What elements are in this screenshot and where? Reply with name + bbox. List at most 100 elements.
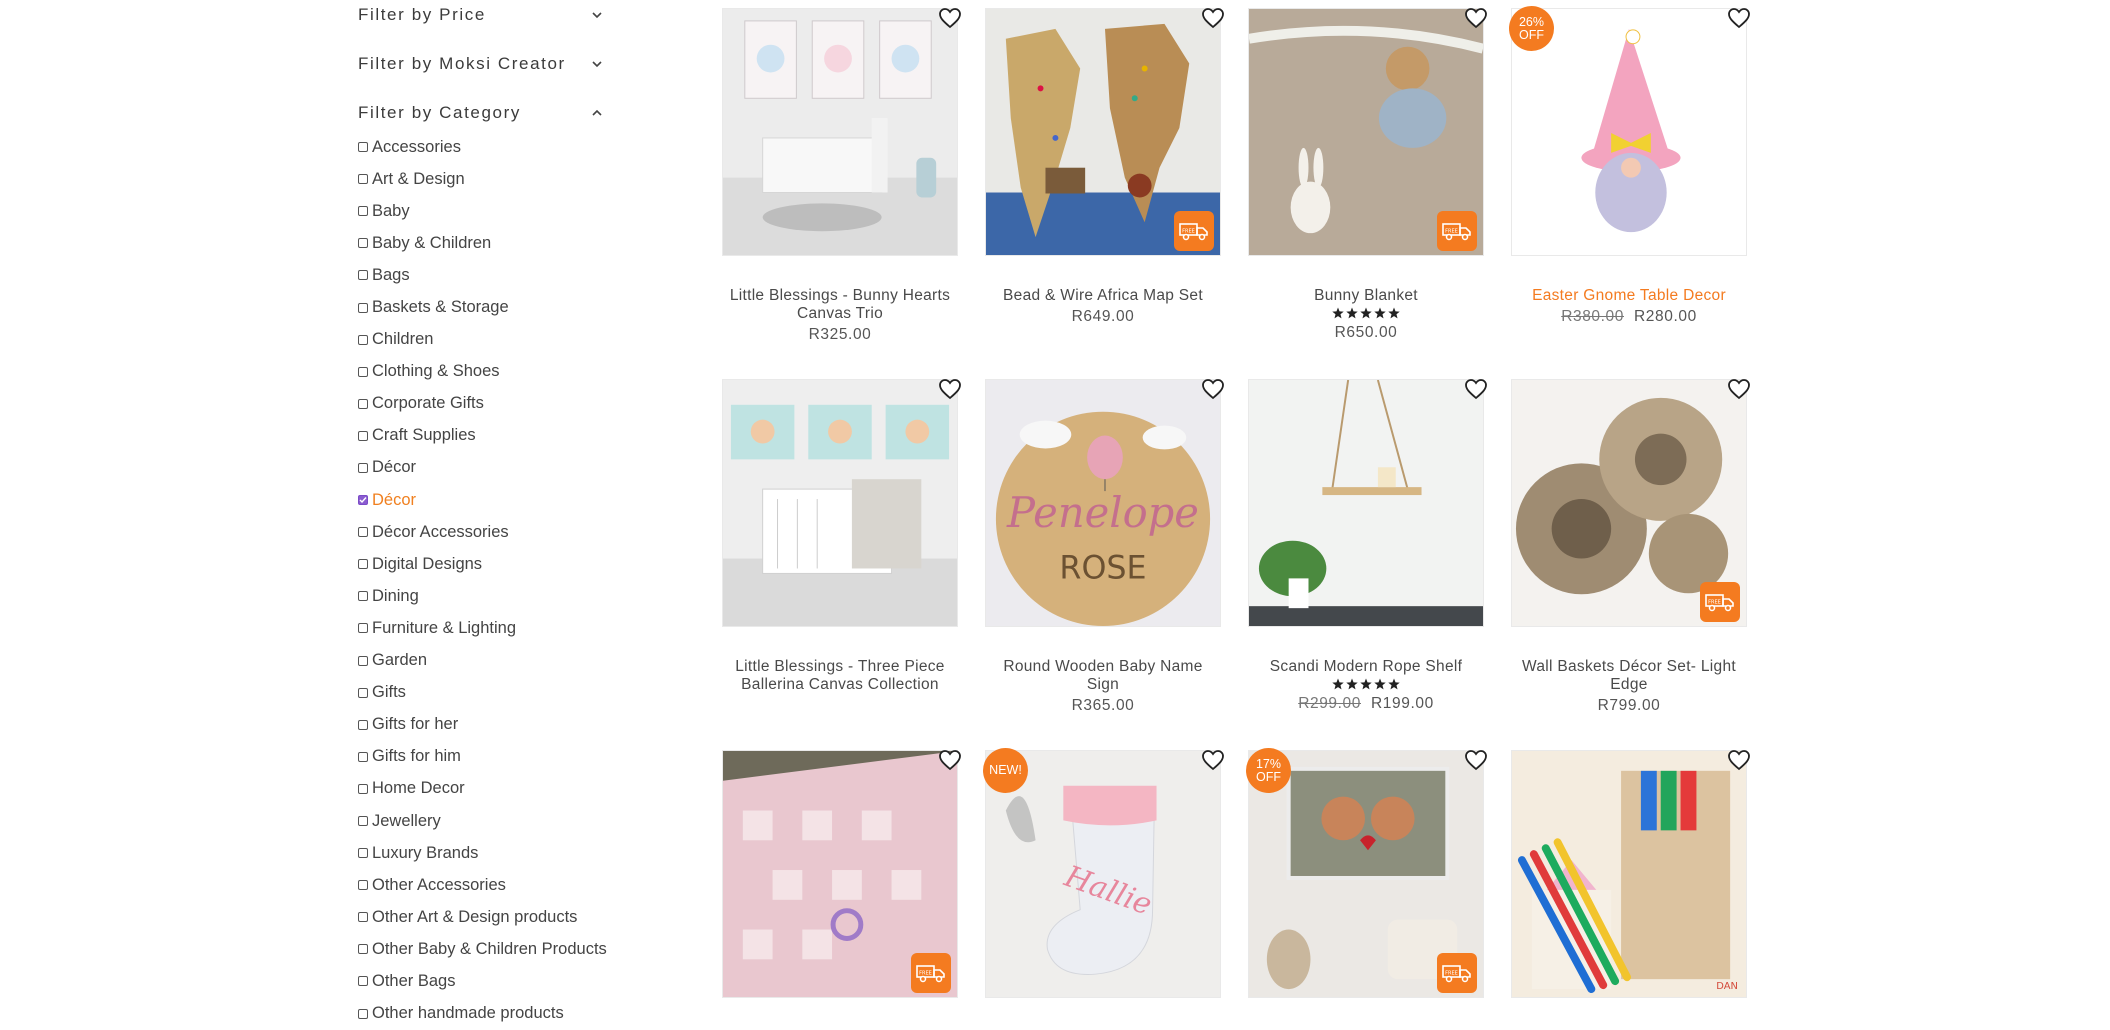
- category-item[interactable]: Garden: [358, 645, 618, 677]
- product-image[interactable]: [722, 379, 958, 627]
- category-checkbox[interactable]: [358, 527, 368, 538]
- product-title[interactable]: Bunny Blanket: [1248, 287, 1484, 305]
- category-checkbox[interactable]: [358, 270, 368, 281]
- category-checkbox[interactable]: [358, 591, 368, 602]
- product-title[interactable]: Little Blessings - Bunny Hearts Canvas T…: [722, 287, 958, 323]
- product-title[interactable]: Scandi Modern Rope Shelf: [1248, 658, 1484, 676]
- category-checkbox[interactable]: [358, 495, 368, 506]
- category-item[interactable]: Corporate Gifts: [358, 388, 618, 420]
- category-item[interactable]: Baby & Children: [358, 227, 618, 259]
- category-checkbox[interactable]: [358, 912, 368, 923]
- product-image[interactable]: [1248, 379, 1484, 627]
- category-item[interactable]: Bags: [358, 259, 618, 291]
- category-checkbox[interactable]: [358, 462, 368, 473]
- product-image[interactable]: [722, 8, 958, 256]
- category-checkbox[interactable]: [358, 238, 368, 249]
- category-item[interactable]: Other Baby & Children Products: [358, 933, 618, 965]
- category-item[interactable]: Other Bags: [358, 965, 618, 997]
- category-item[interactable]: Clothing & Shoes: [358, 356, 618, 388]
- wishlist-heart-icon[interactable]: [1464, 748, 1488, 772]
- category-checkbox[interactable]: [358, 142, 368, 153]
- product-card[interactable]: FREE 17% OFF: [1246, 748, 1487, 998]
- category-item[interactable]: Dining: [358, 580, 618, 612]
- category-checkbox[interactable]: [358, 1008, 368, 1019]
- category-checkbox[interactable]: [358, 398, 368, 409]
- wishlist-heart-icon[interactable]: [938, 6, 962, 30]
- category-checkbox[interactable]: [358, 719, 368, 730]
- category-item[interactable]: Baskets & Storage: [358, 291, 618, 323]
- category-item[interactable]: Other Art & Design products: [358, 901, 618, 933]
- category-item[interactable]: Jewellery: [358, 805, 618, 837]
- product-card[interactable]: FREE Wall Baskets Décor Set- Light Edge R7…: [1511, 379, 1750, 715]
- category-item[interactable]: Décor Accessories: [358, 516, 618, 548]
- category-item[interactable]: Other Accessories: [358, 869, 618, 901]
- wishlist-heart-icon[interactable]: [1201, 748, 1225, 772]
- category-checkbox[interactable]: [358, 751, 368, 762]
- category-checkbox[interactable]: [358, 848, 368, 859]
- category-item[interactable]: Accessories: [358, 131, 618, 163]
- category-checkbox[interactable]: [358, 783, 368, 794]
- wishlist-heart-icon[interactable]: [1201, 377, 1225, 401]
- category-checkbox[interactable]: [358, 366, 368, 377]
- category-checkbox[interactable]: [358, 334, 368, 345]
- product-title[interactable]: Round Wooden Baby Name Sign: [985, 658, 1221, 694]
- product-title[interactable]: Wall Baskets Décor Set- Light Edge: [1511, 658, 1747, 694]
- wishlist-heart-icon[interactable]: [938, 377, 962, 401]
- wishlist-heart-icon[interactable]: [1464, 6, 1488, 30]
- category-item[interactable]: Décor: [358, 452, 618, 484]
- product-card[interactable]: Penelope ROSE Round Wooden Baby Name Sign…: [985, 379, 1224, 715]
- category-item[interactable]: Décor: [358, 484, 618, 516]
- category-checkbox[interactable]: [358, 174, 368, 185]
- category-checkbox[interactable]: [358, 655, 368, 666]
- product-image[interactable]: FREE: [1248, 8, 1484, 256]
- category-checkbox[interactable]: [358, 206, 368, 217]
- category-item[interactable]: Gifts: [358, 677, 618, 709]
- product-image[interactable]: Penelope ROSE: [985, 379, 1221, 627]
- category-checkbox[interactable]: [358, 623, 368, 634]
- wishlist-heart-icon[interactable]: [1727, 748, 1751, 772]
- category-checkbox[interactable]: [358, 976, 368, 987]
- category-item[interactable]: Home Decor: [358, 773, 618, 805]
- category-item[interactable]: Children: [358, 324, 618, 356]
- product-card[interactable]: FREE Bead & Wire Africa Map Set R649.00: [985, 8, 1224, 326]
- category-item[interactable]: Baby: [358, 195, 618, 227]
- product-image[interactable]: FREE: [985, 8, 1221, 256]
- wishlist-heart-icon[interactable]: [938, 748, 962, 772]
- product-card[interactable]: FREE: [722, 750, 961, 998]
- category-item[interactable]: Gifts for her: [358, 709, 618, 741]
- wishlist-heart-icon[interactable]: [1727, 6, 1751, 30]
- filter-price-toggle[interactable]: Filter by Price: [358, 4, 608, 26]
- wishlist-heart-icon[interactable]: [1464, 377, 1488, 401]
- product-title[interactable]: Bead & Wire Africa Map Set: [985, 287, 1221, 305]
- product-card[interactable]: Hallie NEW!: [983, 748, 1224, 998]
- product-card[interactable]: 26% OFF Easter Gnome Table Decor R380.00 R2…: [1509, 6, 1750, 326]
- product-card[interactable]: Scandi Modern Rope Shelf R299.00 R199.00: [1248, 379, 1487, 713]
- category-checkbox[interactable]: [358, 944, 368, 955]
- category-item[interactable]: Digital Designs: [358, 548, 618, 580]
- category-checkbox[interactable]: [358, 302, 368, 313]
- wishlist-heart-icon[interactable]: [1201, 6, 1225, 30]
- product-image[interactable]: FREE: [1511, 379, 1747, 627]
- category-checkbox[interactable]: [358, 430, 368, 441]
- category-item[interactable]: Art & Design: [358, 163, 618, 195]
- product-title[interactable]: Easter Gnome Table Decor: [1511, 287, 1747, 305]
- category-item[interactable]: Other handmade products: [358, 998, 618, 1030]
- category-checkbox[interactable]: [358, 687, 368, 698]
- category-checkbox[interactable]: [358, 880, 368, 891]
- category-item[interactable]: Furniture & Lighting: [358, 612, 618, 644]
- product-title[interactable]: Little Blessings - Three Piece Ballerina…: [722, 658, 958, 694]
- category-item[interactable]: Craft Supplies: [358, 420, 618, 452]
- wishlist-heart-icon[interactable]: [1727, 377, 1751, 401]
- product-card[interactable]: FREE Bunny Blanket R650.00: [1248, 8, 1487, 342]
- product-card[interactable]: Little Blessings - Bunny Hearts Canvas T…: [722, 8, 961, 344]
- product-image[interactable]: FREE: [722, 750, 958, 998]
- category-checkbox[interactable]: [358, 559, 368, 570]
- filter-creator-toggle[interactable]: Filter by Moksi Creator: [358, 53, 608, 75]
- product-image[interactable]: DAN: [1511, 750, 1747, 998]
- product-card[interactable]: DAN: [1511, 750, 1750, 998]
- filter-category-toggle[interactable]: Filter by Category: [358, 102, 608, 124]
- category-checkbox[interactable]: [358, 816, 368, 827]
- category-item[interactable]: Gifts for him: [358, 741, 618, 773]
- product-card[interactable]: Little Blessings - Three Piece Ballerina…: [722, 379, 961, 694]
- category-item[interactable]: Luxury Brands: [358, 837, 618, 869]
